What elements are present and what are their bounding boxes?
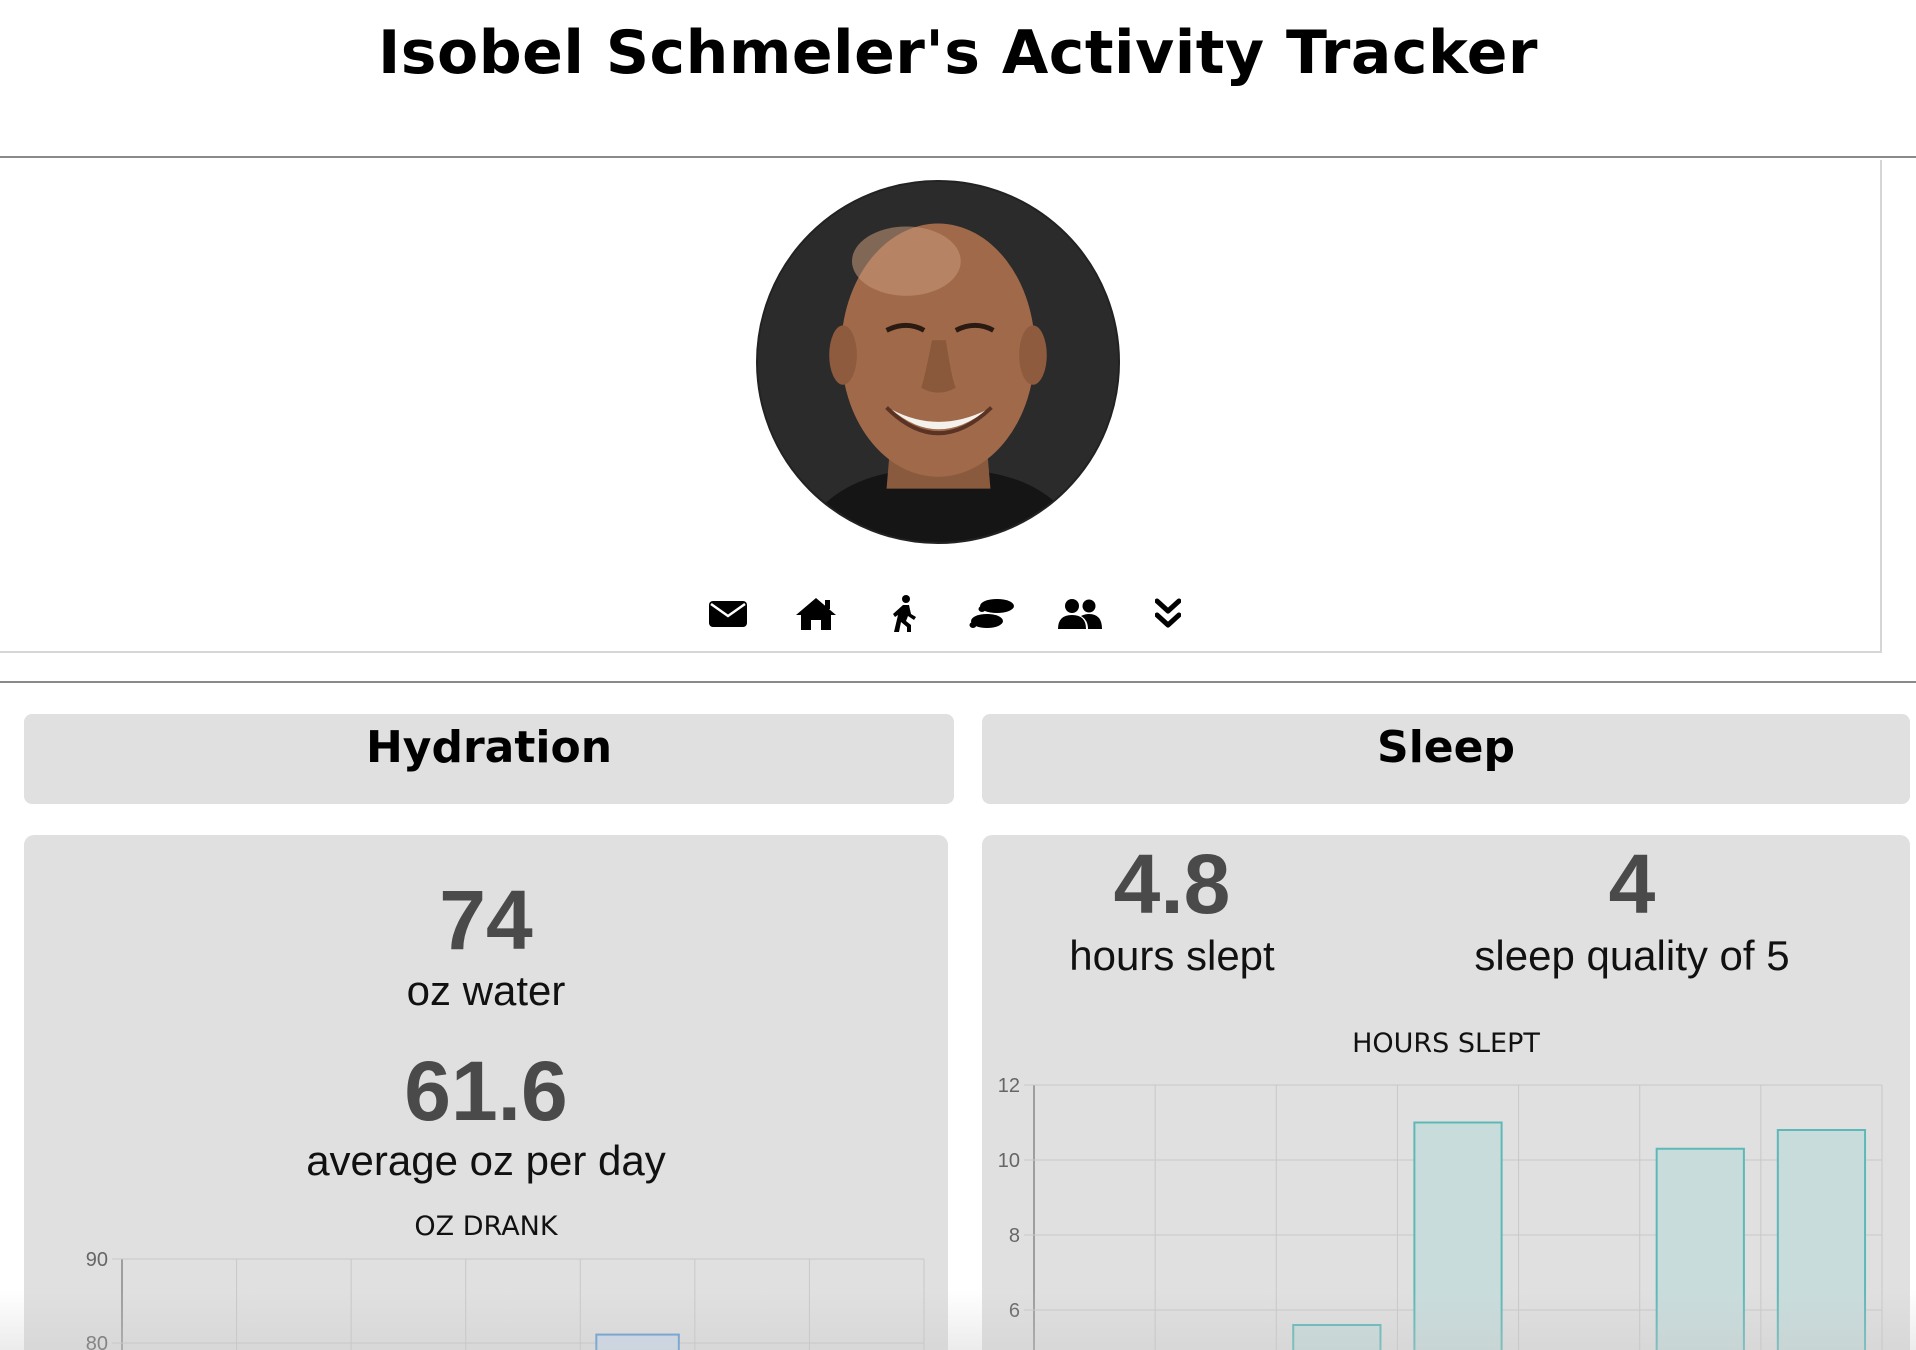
sleep-chart-y-tick-label: 10 [998, 1150, 1020, 1172]
hydration-chart-bar [595, 1333, 680, 1350]
section-divider [0, 681, 1916, 683]
page-title: Isobel Schmeler's Activity Tracker [377, 18, 1539, 88]
sleep-title: Sleep [1377, 722, 1515, 773]
activity-tracker-page: Isobel Schmeler's Activity Tracker Hydra… [0, 0, 1916, 1350]
sleep-chart-y-tick-label: 8 [1009, 1225, 1020, 1247]
sleep-chart-bar [1655, 1147, 1745, 1350]
sleep-chart-bar [1292, 1324, 1382, 1350]
hydration-chart-y-tick-label: 80 [86, 1333, 108, 1350]
avatar-image [758, 182, 1118, 542]
hydration-chart: 80 90 [86, 1249, 925, 1350]
sleep-chart-y-tick-label: 6 [1009, 1300, 1020, 1322]
sleep-chart-bar [1413, 1121, 1503, 1350]
hydration-average-value: 61.6 [404, 1044, 568, 1138]
footprints-icon[interactable] [948, 586, 1036, 642]
hydration-today-value: 74 [439, 873, 533, 967]
hydration-title-box: Hydration [24, 714, 954, 804]
profile-panel [0, 160, 1882, 653]
home-icon[interactable] [772, 586, 860, 642]
sleep-chart-y-tick-label: 12 [998, 1075, 1020, 1097]
sleep-card: 4.8 hours slept 4 sleep quality of 5 HOU… [982, 835, 1910, 1350]
hydration-title: Hydration [365, 722, 613, 773]
sleep-quality-value: 4 [1608, 837, 1656, 931]
double-chevron-down-icon[interactable] [1124, 586, 1212, 642]
profile-icon-nav [684, 584, 1212, 644]
walking-icon[interactable] [860, 586, 948, 642]
hydration-today-label: oz water [406, 967, 566, 1014]
sleep-title-box: Sleep [982, 714, 1910, 804]
hydration-chart-y-tick-label: 90 [86, 1249, 108, 1271]
sleep-chart: 12 10 8 6 [998, 1075, 1883, 1350]
sleep-hours-value: 4.8 [1113, 837, 1231, 931]
users-icon[interactable] [1036, 586, 1124, 642]
sleep-hours-label: hours slept [1069, 932, 1275, 979]
hydration-card: 74 oz water 61.6 average oz per day OZ D… [24, 835, 948, 1350]
hydration-average-label: average oz per day [306, 1137, 666, 1184]
avatar [756, 180, 1120, 544]
envelope-icon[interactable] [684, 586, 772, 642]
sleep-chart-title: HOURS SLEPT [1352, 1028, 1540, 1059]
app-header: Isobel Schmeler's Activity Tracker [0, 0, 1916, 158]
sleep-quality-label: sleep quality of 5 [1474, 932, 1790, 979]
sleep-chart-bar [1776, 1129, 1867, 1350]
